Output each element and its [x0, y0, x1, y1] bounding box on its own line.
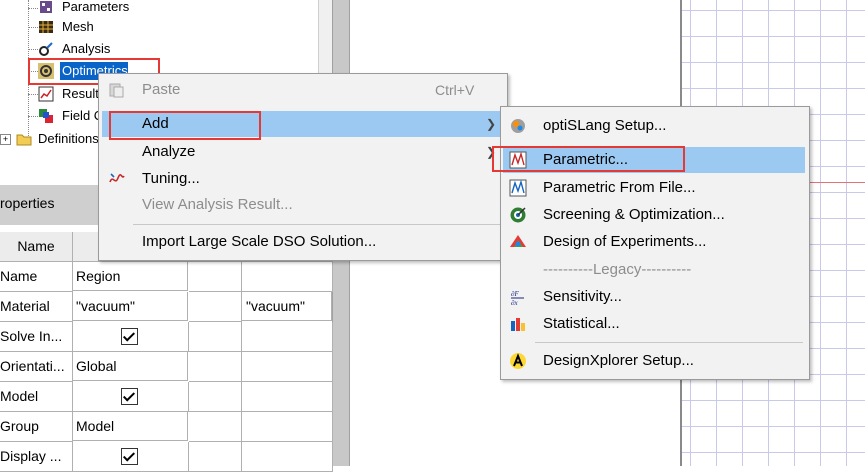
- menu-item-label: Sensitivity...: [543, 288, 622, 305]
- solve-inside-checkbox[interactable]: [121, 328, 138, 345]
- field-overlays-icon: [39, 109, 53, 123]
- menu-item-label: View Analysis Result...: [142, 196, 293, 213]
- menu-item-label: Tuning...: [142, 170, 200, 187]
- property-value[interactable]: [73, 382, 189, 412]
- property-value[interactable]: [73, 322, 189, 352]
- results-icon: [38, 86, 54, 102]
- property-name: Group: [0, 412, 73, 442]
- menu-item-label: Statistical...: [543, 315, 620, 332]
- tree-item-label: Analysis: [62, 41, 111, 56]
- property-name: Solve In...: [0, 322, 73, 352]
- menu-item-shortcut: Ctrl+V: [435, 82, 475, 98]
- property-value[interactable]: Global: [73, 352, 188, 381]
- property-unit: [189, 262, 242, 292]
- properties-title: roperties: [0, 195, 55, 211]
- property-value[interactable]: [73, 442, 189, 472]
- property-evaluated: [242, 442, 333, 472]
- menu-item-analyze[interactable]: Analyze ❯: [99, 139, 505, 165]
- menu-separator: [133, 224, 501, 225]
- tree-item-label: Result: [62, 86, 99, 101]
- designxplorer-icon: [510, 353, 526, 369]
- property-unit: [189, 352, 242, 382]
- tree-item-label: Parameters: [62, 0, 130, 14]
- property-name: Name: [0, 262, 73, 292]
- canvas-axis-line: [805, 182, 865, 183]
- menu-item-optislang-setup[interactable]: optiSLang Setup...: [501, 113, 807, 139]
- property-unit: [189, 322, 242, 352]
- mesh-icon: [39, 21, 53, 33]
- property-value[interactable]: Region: [73, 262, 188, 291]
- properties-panel-header: roperties: [0, 185, 100, 225]
- sensitivity-derivative-icon: ∂F ∂x: [511, 290, 524, 306]
- menu-item-label: optiSLang Setup...: [543, 117, 667, 134]
- property-evaluated: [242, 322, 333, 352]
- optislang-icon: [511, 119, 525, 133]
- property-unit: [189, 292, 242, 322]
- menu-item-label: ----------Legacy----------: [543, 261, 692, 278]
- menu-item-label: DesignXplorer Setup...: [543, 352, 694, 369]
- property-value[interactable]: "vacuum": [73, 292, 188, 321]
- property-evaluated: [242, 412, 333, 442]
- property-name: Orientati...: [0, 352, 73, 382]
- parameters-icon: [40, 1, 52, 13]
- svg-text:∂x: ∂x: [511, 299, 518, 306]
- annotation-highlight-parametric: [492, 146, 685, 172]
- menu-separator: [535, 342, 803, 343]
- property-unit: [189, 412, 242, 442]
- menu-item-designxplorer-setup[interactable]: DesignXplorer Setup...: [501, 348, 807, 374]
- tree-item-label: Definitions: [38, 131, 99, 146]
- menu-item-view-analysis-result[interactable]: View Analysis Result...: [99, 192, 505, 218]
- property-value[interactable]: Model: [73, 412, 188, 441]
- menu-item-import-large-scale-dso[interactable]: Import Large Scale DSO Solution...: [99, 229, 505, 255]
- expand-icon[interactable]: +: [0, 134, 11, 145]
- property-evaluated: [242, 352, 333, 382]
- property-name: Model: [0, 382, 73, 412]
- property-evaluated: [242, 262, 333, 292]
- property-name: Material: [0, 292, 73, 322]
- paste-icon: [109, 83, 124, 98]
- folder-icon: [16, 134, 32, 146]
- menu-item-design-of-experiments[interactable]: Design of Experiments...: [501, 229, 807, 255]
- menu-item-sensitivity[interactable]: ∂F ∂x Sensitivity...: [501, 284, 807, 310]
- property-unit: [189, 442, 242, 472]
- menu-item-parametric-from-file[interactable]: Parametric From File...: [501, 175, 807, 201]
- tree-connector: [28, 49, 38, 50]
- menu-item-tuning[interactable]: Tuning...: [99, 166, 505, 192]
- menu-item-label: Analyze: [142, 143, 196, 160]
- tree-connector: [28, 116, 38, 117]
- menu-item-screening-optimization[interactable]: Screening & Optimization...: [501, 202, 807, 228]
- property-unit: [189, 382, 242, 412]
- model-checkbox[interactable]: [121, 388, 138, 405]
- property-evaluated: [242, 382, 333, 412]
- svg-text:∂F: ∂F: [511, 290, 519, 298]
- menu-item-label: Screening & Optimization...: [543, 206, 725, 223]
- column-header-name[interactable]: Name: [0, 232, 73, 262]
- analysis-icon: [39, 42, 53, 56]
- menu-item-label: Paste: [142, 81, 181, 98]
- menu-item-paste[interactable]: Paste Ctrl+V: [99, 77, 505, 103]
- menu-item-label: Import Large Scale DSO Solution...: [142, 233, 377, 250]
- design-of-experiments-icon: [510, 235, 526, 247]
- tree-item-label: Mesh: [62, 19, 94, 34]
- statistical-bars-icon: [511, 318, 525, 331]
- tuning-icon: [109, 173, 125, 183]
- menu-item-label: Design of Experiments...: [543, 233, 707, 250]
- annotation-highlight-add: [109, 111, 261, 140]
- menu-item-label: Parametric From File...: [543, 179, 696, 196]
- context-menu: Paste Ctrl+V Add ❯ Analyze ❯ Tuning... V…: [98, 73, 508, 261]
- tree-connector: [28, 94, 38, 95]
- menu-item-statistical[interactable]: Statistical...: [501, 311, 807, 337]
- tree-connector: [28, 8, 38, 9]
- tree-connector: [28, 27, 38, 28]
- parametric-file-icon: [509, 179, 527, 197]
- submenu-arrow-icon: ❯: [486, 117, 497, 131]
- optimization-target-icon: [510, 207, 526, 223]
- menu-legacy-label: ----------Legacy----------: [501, 257, 807, 283]
- display-wireframe-checkbox[interactable]: [121, 448, 138, 465]
- tree-item-label: Field C: [62, 108, 104, 123]
- property-evaluated: "vacuum": [242, 292, 332, 321]
- property-name: Display ...: [0, 442, 73, 472]
